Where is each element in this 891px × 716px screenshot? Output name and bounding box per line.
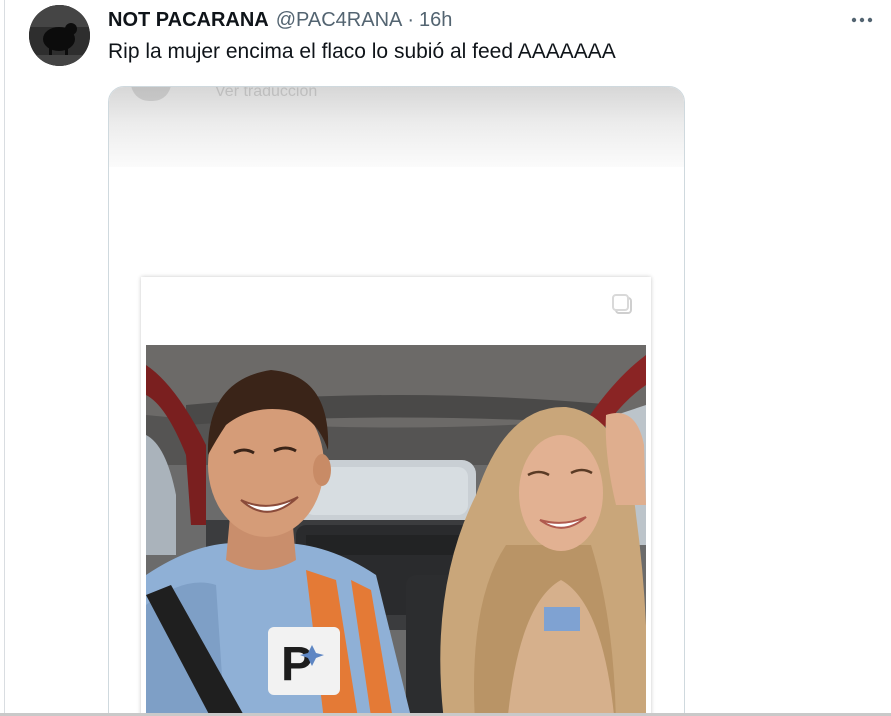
tweet[interactable]: NOT PACARANA @PAC4RANA · 16h Rip la muje… (0, 0, 891, 716)
tweet-media[interactable]: Ver traducción P (108, 86, 685, 716)
car-selfie-image: P (146, 345, 646, 716)
ghost-avatar (131, 87, 171, 101)
post-photo: P (146, 345, 646, 716)
avatar[interactable] (29, 5, 90, 66)
tweet-text: Rip la mujer encima el flaco lo subió al… (108, 40, 616, 63)
display-name[interactable]: NOT PACARANA (108, 9, 269, 32)
separator-dot: · (407, 8, 415, 31)
more-dots-icon (851, 17, 873, 23)
avatar-image (29, 5, 90, 66)
tweet-header: NOT PACARANA @PAC4RANA · 16h (108, 8, 452, 32)
user-handle[interactable]: @PAC4RANA (276, 9, 403, 32)
timestamp[interactable]: 16h (419, 9, 452, 32)
more-options-button[interactable] (847, 8, 877, 32)
instagram-post-card: P (141, 277, 651, 716)
tweet-view: NOT PACARANA @PAC4RANA · 16h Rip la muje… (0, 0, 891, 716)
svg-text:P: P (281, 638, 313, 691)
ghost-caption: Ver traducción (215, 86, 318, 100)
media-ghost-header: Ver traducción (131, 86, 318, 101)
copy-icon[interactable] (611, 293, 635, 317)
